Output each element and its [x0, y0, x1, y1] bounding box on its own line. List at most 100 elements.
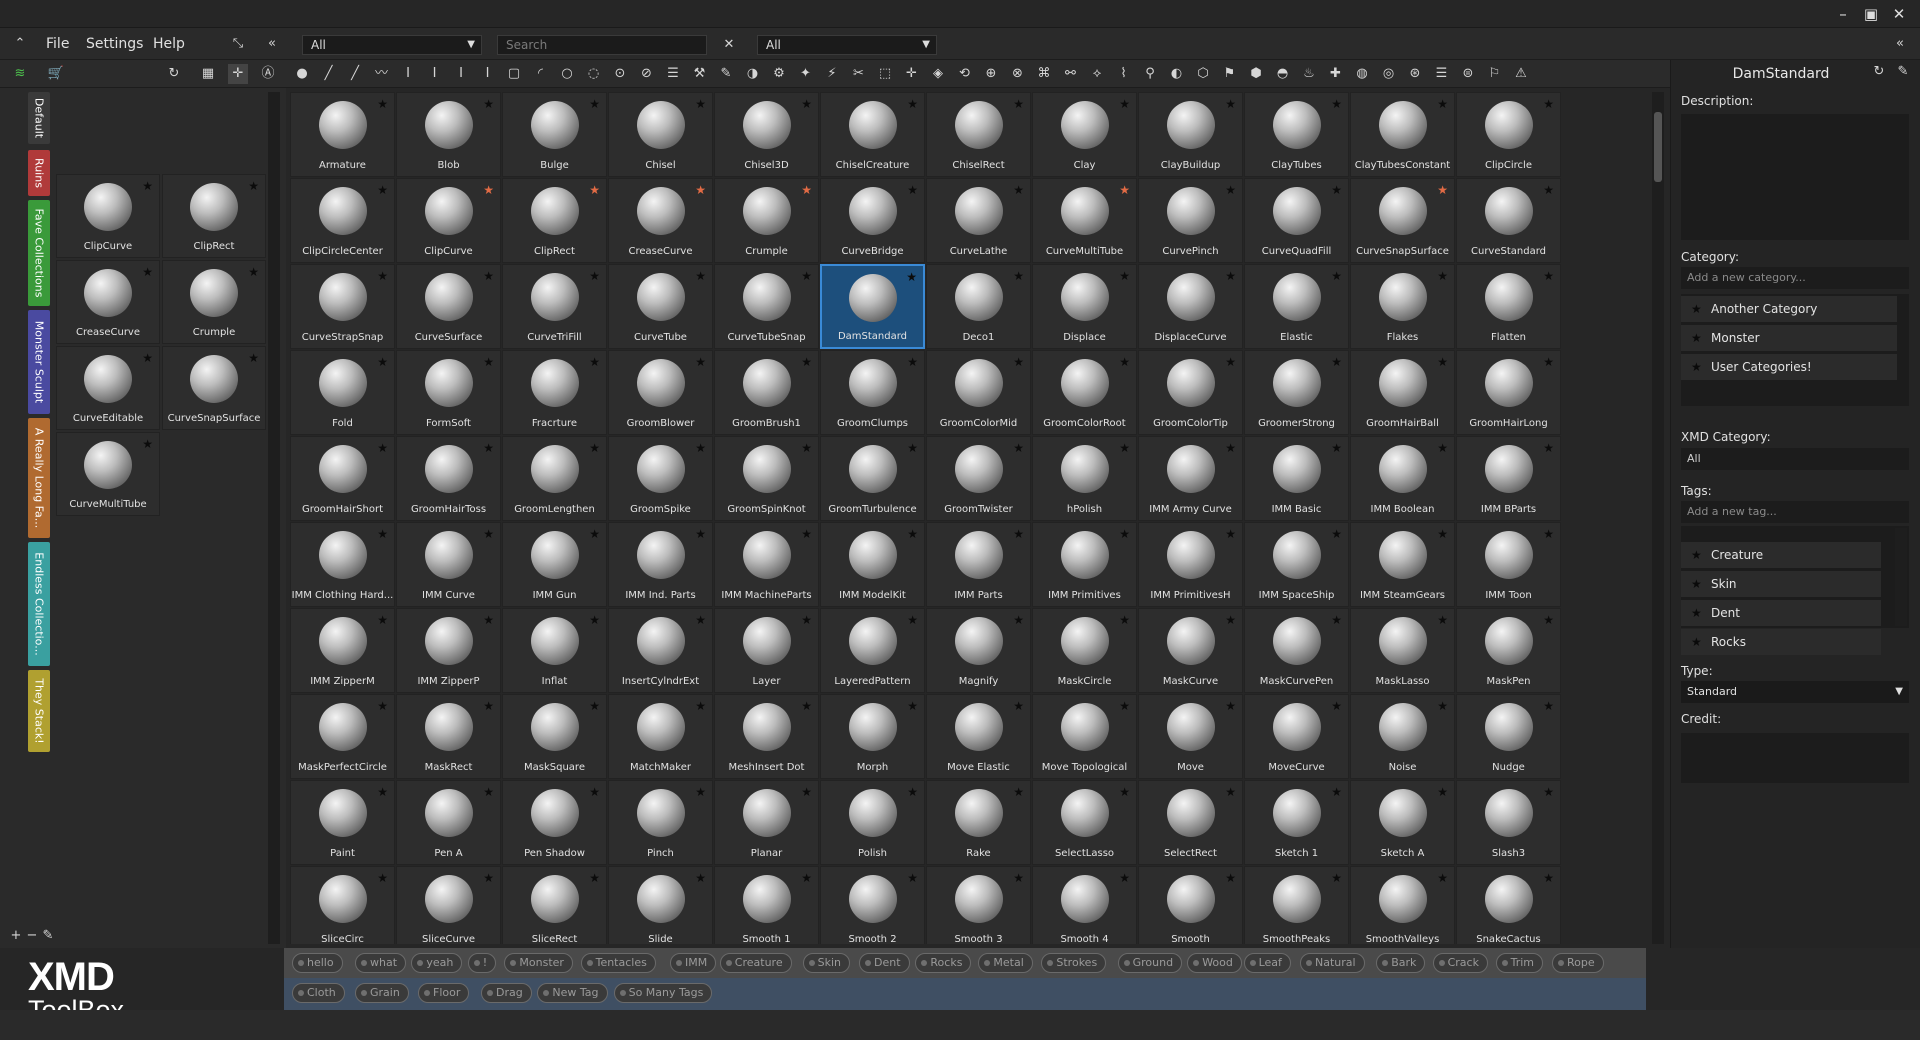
favorite-star-icon[interactable]: ★: [1437, 441, 1448, 455]
favorite-star-icon[interactable]: ★: [801, 613, 812, 627]
favorite-star-icon[interactable]: ★: [1437, 699, 1448, 713]
brush-tile[interactable]: ★ SmoothPeaks: [1244, 866, 1349, 944]
favorite-star-icon[interactable]: ★: [1225, 97, 1236, 111]
brush-shortcut-icon[interactable]: ✛: [902, 64, 922, 84]
favorite-star-icon[interactable]: ★: [589, 527, 600, 541]
brush-shortcut-icon[interactable]: ☰: [663, 64, 683, 84]
brush-tile[interactable]: ★ Chisel3D: [714, 92, 819, 177]
favorite-star-icon[interactable]: ★: [1437, 527, 1448, 541]
brush-shortcut-icon[interactable]: ✚: [1326, 64, 1346, 84]
brush-tile[interactable]: ★ SliceCirc: [290, 866, 395, 944]
brush-tile[interactable]: ★ GroomerStrong: [1244, 350, 1349, 435]
brush-tile[interactable]: ★ Rake: [926, 780, 1031, 865]
brush-shortcut-icon[interactable]: ✂: [849, 64, 869, 84]
brush-tile[interactable]: ★ hPolish: [1032, 436, 1137, 521]
favorite-star-icon[interactable]: ★: [483, 785, 494, 799]
favorite-star-icon[interactable]: ★: [1013, 785, 1024, 799]
brush-tile[interactable]: ★ CurveSnapSurface: [162, 346, 266, 430]
favorite-star-icon[interactable]: ★: [1119, 269, 1130, 283]
brush-tile[interactable]: ★ Polish: [820, 780, 925, 865]
favorite-star-icon[interactable]: ★: [801, 871, 812, 885]
favorite-star-icon[interactable]: ★: [142, 351, 153, 365]
tag-chip[interactable]: Wood: [1187, 953, 1242, 973]
tag-chip[interactable]: Rope: [1552, 953, 1604, 973]
favorite-star-icon[interactable]: ★: [907, 183, 918, 197]
brush-shortcut-icon[interactable]: ⟲: [955, 64, 975, 84]
description-field[interactable]: [1681, 114, 1909, 240]
brush-tile[interactable]: ★ Layer: [714, 608, 819, 693]
favorite-star-icon[interactable]: ★: [1437, 97, 1448, 111]
favorite-star-icon[interactable]: ★: [801, 785, 812, 799]
favorite-star-icon[interactable]: ★: [1543, 269, 1554, 283]
tag-chip[interactable]: New Tag: [537, 983, 608, 1003]
brush-tile[interactable]: ★ Pen A: [396, 780, 501, 865]
brush-tile[interactable]: ★ MaskCurve: [1138, 608, 1243, 693]
brush-tile[interactable]: ★ Pinch: [608, 780, 713, 865]
favorite-star-icon[interactable]: ★: [1013, 871, 1024, 885]
favorite-star-icon[interactable]: ★: [1013, 97, 1024, 111]
category-input[interactable]: Add a new category...: [1681, 267, 1909, 289]
collection-tab[interactable]: Endless Collectio...: [28, 542, 50, 666]
favorite-star-icon[interactable]: ★: [695, 97, 706, 111]
favorite-star-icon[interactable]: ★: [695, 355, 706, 369]
brush-shortcut-icon[interactable]: ⚯: [1061, 64, 1081, 84]
brush-shortcut-icon[interactable]: ◍: [1352, 64, 1372, 84]
brush-tile[interactable]: ★ GroomColorRoot: [1032, 350, 1137, 435]
favorite-star-icon[interactable]: ★: [801, 527, 812, 541]
favorite-star-icon[interactable]: ★: [1437, 785, 1448, 799]
brush-shortcut-icon[interactable]: ♨: [1299, 64, 1319, 84]
favorite-star-icon[interactable]: ★: [377, 441, 388, 455]
tag-chip[interactable]: hello: [292, 953, 343, 973]
favorite-star-icon[interactable]: ★: [1543, 527, 1554, 541]
favorite-star-icon[interactable]: ★: [907, 699, 918, 713]
brush-tile[interactable]: ★ Crumple: [714, 178, 819, 263]
favorite-star-icon[interactable]: ★: [248, 179, 259, 193]
brush-shortcut-icon[interactable]: ◈: [928, 64, 948, 84]
brush-tile[interactable]: ★ DamStandard: [820, 264, 925, 349]
brush-tile[interactable]: ★ Smooth 1: [714, 866, 819, 944]
favorite-star-icon[interactable]: ★: [1119, 785, 1130, 799]
brush-tile[interactable]: ★ Smooth 3: [926, 866, 1031, 944]
favorite-star-icon[interactable]: ★: [695, 613, 706, 627]
favorite-star-icon[interactable]: ★: [1225, 871, 1236, 885]
brush-tile[interactable]: ★ IMM SpaceShip: [1244, 522, 1349, 607]
brush-tile[interactable]: ★ IMM Basic: [1244, 436, 1349, 521]
favorite-star-icon[interactable]: ★: [483, 527, 494, 541]
favorite-star-icon[interactable]: ★: [1225, 699, 1236, 713]
brush-tile[interactable]: ★ SelectRect: [1138, 780, 1243, 865]
favorite-star-icon[interactable]: ★: [907, 441, 918, 455]
tag-chip[interactable]: !: [467, 953, 497, 973]
favorite-star-icon[interactable]: ★: [142, 437, 153, 451]
favorite-star-icon[interactable]: ★: [801, 699, 812, 713]
favorite-star-icon[interactable]: ★: [1437, 269, 1448, 283]
favorite-star-icon[interactable]: ★: [1331, 441, 1342, 455]
favorite-star-icon[interactable]: ★: [1225, 527, 1236, 541]
collection-tab[interactable]: They Stack!: [28, 670, 50, 752]
favorite-star-icon[interactable]: ★: [483, 97, 494, 111]
brush-shortcut-icon[interactable]: Ι: [425, 64, 445, 84]
brush-tile[interactable]: ★ Armature: [290, 92, 395, 177]
brush-shortcut-icon[interactable]: ⊜: [1458, 64, 1478, 84]
brush-tile[interactable]: ★ Pen Shadow: [502, 780, 607, 865]
brush-shortcut-icon[interactable]: ◎: [1379, 64, 1399, 84]
brush-tile[interactable]: ★ Chisel: [608, 92, 713, 177]
favorite-star-icon[interactable]: ★: [1119, 355, 1130, 369]
brush-tile[interactable]: ★ IMM Primitives: [1032, 522, 1137, 607]
brush-tile[interactable]: ★ ChiselCreature: [820, 92, 925, 177]
brush-tile[interactable]: ★ Slash3: [1456, 780, 1561, 865]
tag-list-scrollbar[interactable]: [1895, 528, 1907, 626]
brush-tile[interactable]: ★ ClipRect: [162, 174, 266, 258]
favorite-star-icon[interactable]: ★: [695, 183, 706, 197]
tag-item[interactable]: ★ Creature: [1681, 542, 1881, 568]
shrink-icon[interactable]: ⤡: [228, 34, 248, 54]
brush-tile[interactable]: ★ Deco1: [926, 264, 1031, 349]
brush-shortcut-icon[interactable]: ☰: [1432, 64, 1452, 84]
brush-shortcut-icon[interactable]: ⬚: [875, 64, 895, 84]
brush-tile[interactable]: ★ MeshInsert Dot: [714, 694, 819, 779]
brush-tile[interactable]: ★ Move: [1138, 694, 1243, 779]
brush-tile[interactable]: ★ IMM Curve: [396, 522, 501, 607]
tag-chip[interactable]: Bark: [1376, 953, 1426, 973]
collapse-right-panel-icon[interactable]: «: [1890, 34, 1910, 54]
brush-tile[interactable]: ★ MaskPerfectCircle: [290, 694, 395, 779]
favorite-star-icon[interactable]: ★: [907, 871, 918, 885]
